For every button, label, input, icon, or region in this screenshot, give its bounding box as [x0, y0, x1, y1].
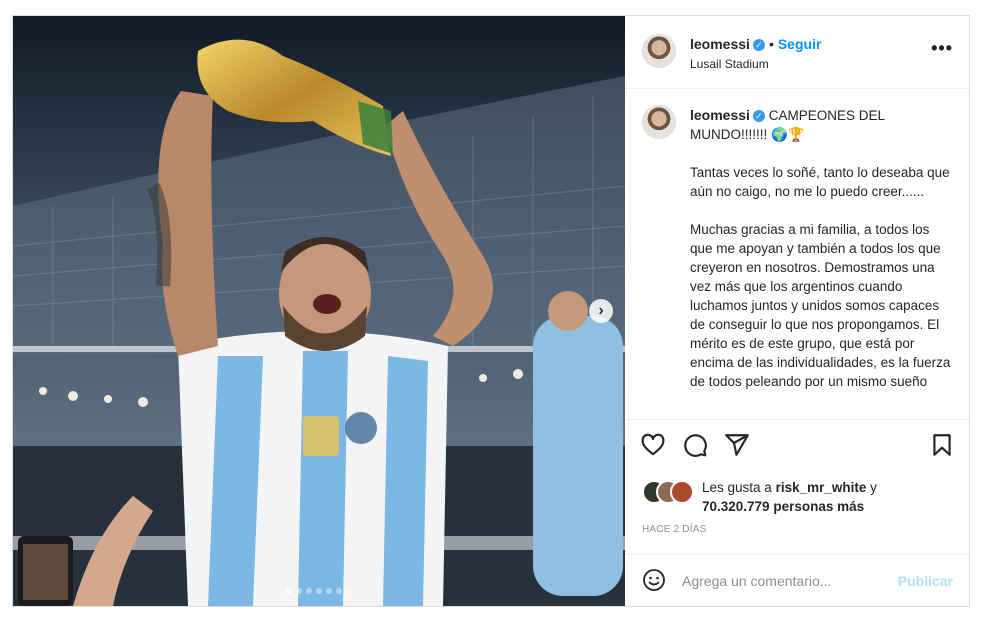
comment-icon[interactable] — [682, 432, 708, 458]
avatar[interactable] — [642, 34, 676, 68]
comment-bar: Publicar — [626, 554, 969, 607]
caption-paragraph: Tantas veces lo soñé, tanto lo deseaba q… — [690, 165, 950, 199]
caption-section: leomessi ✓ CAMPEONES DEL MUNDO!!!!!!! 🌍🏆 … — [626, 89, 969, 420]
carousel-indicator — [13, 588, 625, 594]
post-timestamp[interactable]: HACE 2 DÍAS — [642, 524, 706, 535]
post-photo[interactable]: › — [13, 16, 625, 606]
header-user-line: leomessi ✓ • Seguir — [690, 36, 821, 52]
likes-count-link[interactable]: 70.320.779 personas más — [702, 499, 864, 514]
caption-paragraph: Muchas gracias a mi familia, a todos los… — [690, 222, 951, 389]
likes-prefix: Les gusta a — [702, 480, 772, 495]
avatar — [670, 480, 694, 504]
liker-avatars — [642, 480, 698, 504]
verified-badge-icon: ✓ — [752, 110, 765, 123]
separator-dot: • — [768, 36, 774, 52]
carousel-dot — [286, 588, 292, 594]
comment-input[interactable] — [680, 567, 884, 595]
carousel-dot — [296, 588, 302, 594]
carousel-dot — [336, 588, 342, 594]
post-sidebar: leomessi ✓ • Seguir Lusail Stadium ••• leom… — [626, 16, 969, 606]
share-icon[interactable] — [724, 432, 750, 458]
caption-avatar[interactable] — [642, 105, 676, 139]
likes-summary: Les gusta a risk_mr_white y 70.320.779 p… — [642, 476, 962, 516]
liker-username-link[interactable]: risk_mr_white — [776, 480, 867, 495]
verified-badge-icon: ✓ — [752, 39, 765, 52]
location-link[interactable]: Lusail Stadium — [690, 57, 769, 71]
likes-connector: y — [870, 480, 877, 495]
publish-button[interactable]: Publicar — [898, 573, 953, 589]
instagram-post: › leomessi ✓ • Seguir Lusail Stadium ••• le… — [12, 15, 970, 607]
next-photo-button[interactable]: › — [589, 299, 613, 323]
emoji-icon[interactable] — [642, 568, 666, 592]
username-link[interactable]: leomessi — [690, 36, 750, 52]
action-bar — [626, 420, 969, 466]
bookmark-icon[interactable] — [929, 432, 955, 458]
caption-text: leomessi ✓ CAMPEONES DEL MUNDO!!!!!!! 🌍🏆 … — [690, 106, 952, 410]
carousel-dot — [326, 588, 332, 594]
chevron-right-icon: › — [598, 302, 604, 319]
photo-illustration — [13, 16, 625, 606]
likes-text: Les gusta a risk_mr_white y 70.320.779 p… — [702, 478, 877, 516]
carousel-dot — [306, 588, 312, 594]
carousel-dot — [316, 588, 322, 594]
more-options-icon[interactable]: ••• — [931, 38, 953, 59]
post-header: leomessi ✓ • Seguir Lusail Stadium ••• — [626, 16, 969, 89]
heart-icon[interactable] — [640, 432, 666, 458]
follow-button[interactable]: Seguir — [778, 36, 822, 52]
caption-username-link[interactable]: leomessi — [690, 107, 750, 123]
carousel-dot — [346, 588, 352, 594]
